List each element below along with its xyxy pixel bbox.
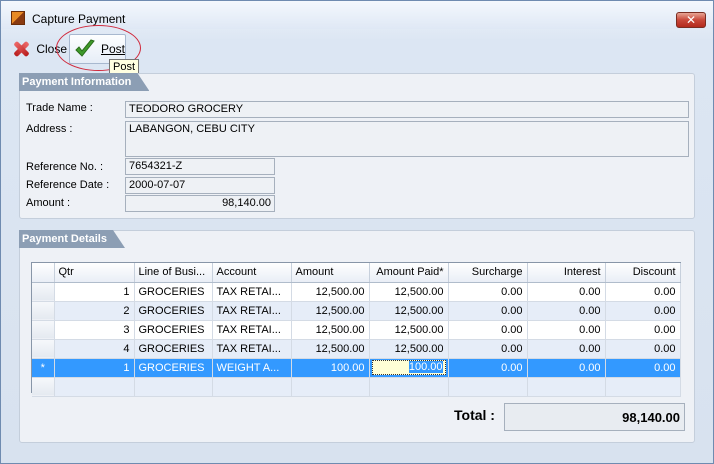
table-row-selected[interactable]: * 1 GROCERIES WEIGHT A... 100.00 100.00 …: [32, 358, 681, 378]
column-header-surcharge[interactable]: Surcharge: [448, 263, 528, 283]
cell-line-of-business: GROCERIES: [134, 301, 213, 321]
table-row[interactable]: 1 GROCERIES TAX RETAI... 12,500.00 12,50…: [32, 282, 681, 302]
empty-cell: [448, 377, 528, 397]
cell-qtr: 4: [54, 339, 135, 359]
reference-date-field[interactable]: 2000-07-07: [125, 177, 275, 194]
cell-discount: 0.00: [605, 301, 681, 321]
column-header-line-of-business[interactable]: Line of Busi...: [134, 263, 213, 283]
column-header-account[interactable]: Account: [212, 263, 292, 283]
table-row[interactable]: 2 GROCERIES TAX RETAI... 12,500.00 12,50…: [32, 301, 681, 321]
cell-discount: 0.00: [605, 339, 681, 359]
payment-details-heading: Payment Details: [19, 230, 125, 248]
empty-cell: [212, 377, 292, 397]
column-header-amount-paid[interactable]: Amount Paid*: [369, 263, 449, 283]
amount-paid-selected-text: 100.00: [408, 361, 443, 373]
new-row[interactable]: [32, 377, 681, 397]
column-header-interest[interactable]: Interest: [527, 263, 606, 283]
cell-qtr: 3: [54, 320, 135, 340]
payment-information-heading: Payment Information: [19, 73, 149, 91]
cell-interest: 0.00: [527, 282, 606, 302]
cell-amount: 12,500.00: [291, 282, 370, 302]
row-indicator[interactable]: [32, 339, 55, 359]
empty-cell: [527, 377, 606, 397]
cell-surcharge: 0.00: [448, 320, 528, 340]
title-bar: Capture Payment ✕: [1, 1, 713, 29]
cell-interest: 0.00: [527, 358, 606, 378]
cell-discount: 0.00: [605, 282, 681, 302]
cell-amount: 12,500.00: [291, 301, 370, 321]
column-header-amount[interactable]: Amount: [291, 263, 370, 283]
cell-account: TAX RETAI...: [212, 301, 292, 321]
total-label: Total :: [454, 407, 495, 423]
trade-name-label: Trade Name :: [26, 102, 93, 114]
cell-account: TAX RETAI...: [212, 339, 292, 359]
row-indicator[interactable]: [32, 282, 55, 302]
amount-label: Amount :: [26, 197, 71, 209]
grid-header-row: Qtr Line of Busi... Account Amount Amoun…: [32, 263, 681, 283]
row-indicator-header: [32, 263, 55, 283]
checkmark-icon: [74, 38, 95, 60]
cell-amount: 100.00: [291, 358, 370, 378]
cell-discount: 0.00: [605, 358, 681, 378]
total-field: 98,140.00: [504, 403, 685, 431]
empty-cell: [291, 377, 370, 397]
cell-line-of-business: GROCERIES: [134, 339, 213, 359]
cell-amount-paid[interactable]: 12,500.00: [369, 320, 449, 340]
row-indicator[interactable]: [32, 377, 55, 397]
post-button-label: Post: [100, 42, 125, 56]
cell-interest: 0.00: [527, 301, 606, 321]
capture-payment-window: Capture Payment ✕ Close Post Post Paymen…: [0, 0, 714, 464]
cell-discount: 0.00: [605, 320, 681, 340]
cell-amount-paid[interactable]: 12,500.00: [369, 339, 449, 359]
reference-date-label: Reference Date :: [26, 179, 110, 191]
trade-name-field[interactable]: TEODORO GROCERY: [125, 101, 689, 118]
address-label: Address :: [26, 123, 73, 135]
reference-no-label: Reference No. :: [26, 161, 104, 173]
close-button-label: Close: [36, 42, 67, 56]
table-row[interactable]: 4 GROCERIES TAX RETAI... 12,500.00 12,50…: [32, 339, 681, 359]
cell-surcharge: 0.00: [448, 339, 528, 359]
row-indicator[interactable]: *: [32, 358, 55, 378]
cell-interest: 0.00: [527, 320, 606, 340]
window-close-button[interactable]: ✕: [676, 12, 706, 28]
cell-qtr: 1: [54, 358, 135, 378]
close-icon: [11, 39, 30, 59]
cell-surcharge: 0.00: [448, 301, 528, 321]
cell-line-of-business: GROCERIES: [134, 358, 213, 378]
empty-cell: [134, 377, 213, 397]
cell-qtr: 2: [54, 301, 135, 321]
cell-amount: 12,500.00: [291, 320, 370, 340]
cell-amount-paid[interactable]: 12,500.00: [369, 301, 449, 321]
close-button[interactable]: Close: [11, 34, 67, 64]
row-indicator[interactable]: [32, 320, 55, 340]
amount-paid-input[interactable]: 100.00: [371, 360, 446, 375]
payment-details-table: Qtr Line of Busi... Account Amount Amoun…: [32, 263, 681, 397]
cell-line-of-business: GROCERIES: [134, 320, 213, 340]
empty-cell: [605, 377, 681, 397]
toolbar: Close Post: [1, 29, 713, 65]
cell-surcharge: 0.00: [448, 358, 528, 378]
cell-surcharge: 0.00: [448, 282, 528, 302]
cell-account: WEIGHT A...: [212, 358, 292, 378]
cell-qtr: 1: [54, 282, 135, 302]
cell-interest: 0.00: [527, 339, 606, 359]
payment-details-grid[interactable]: Qtr Line of Busi... Account Amount Amoun…: [31, 262, 681, 397]
cell-amount-paid-editor[interactable]: 100.00: [369, 358, 449, 378]
app-icon: [11, 11, 25, 25]
column-header-discount[interactable]: Discount: [605, 263, 681, 283]
table-row[interactable]: 3 GROCERIES TAX RETAI... 12,500.00 12,50…: [32, 320, 681, 340]
reference-no-field[interactable]: 7654321-Z: [125, 158, 275, 175]
row-indicator[interactable]: [32, 301, 55, 321]
cell-amount-paid[interactable]: 12,500.00: [369, 282, 449, 302]
empty-cell: [54, 377, 135, 397]
empty-cell: [369, 377, 449, 397]
column-header-qtr[interactable]: Qtr: [54, 263, 135, 283]
address-field[interactable]: LABANGON, CEBU CITY: [125, 121, 689, 157]
cell-line-of-business: GROCERIES: [134, 282, 213, 302]
cell-amount: 12,500.00: [291, 339, 370, 359]
window-title: Capture Payment: [32, 12, 126, 26]
amount-field[interactable]: 98,140.00: [125, 195, 275, 212]
cell-account: TAX RETAI...: [212, 282, 292, 302]
cell-account: TAX RETAI...: [212, 320, 292, 340]
